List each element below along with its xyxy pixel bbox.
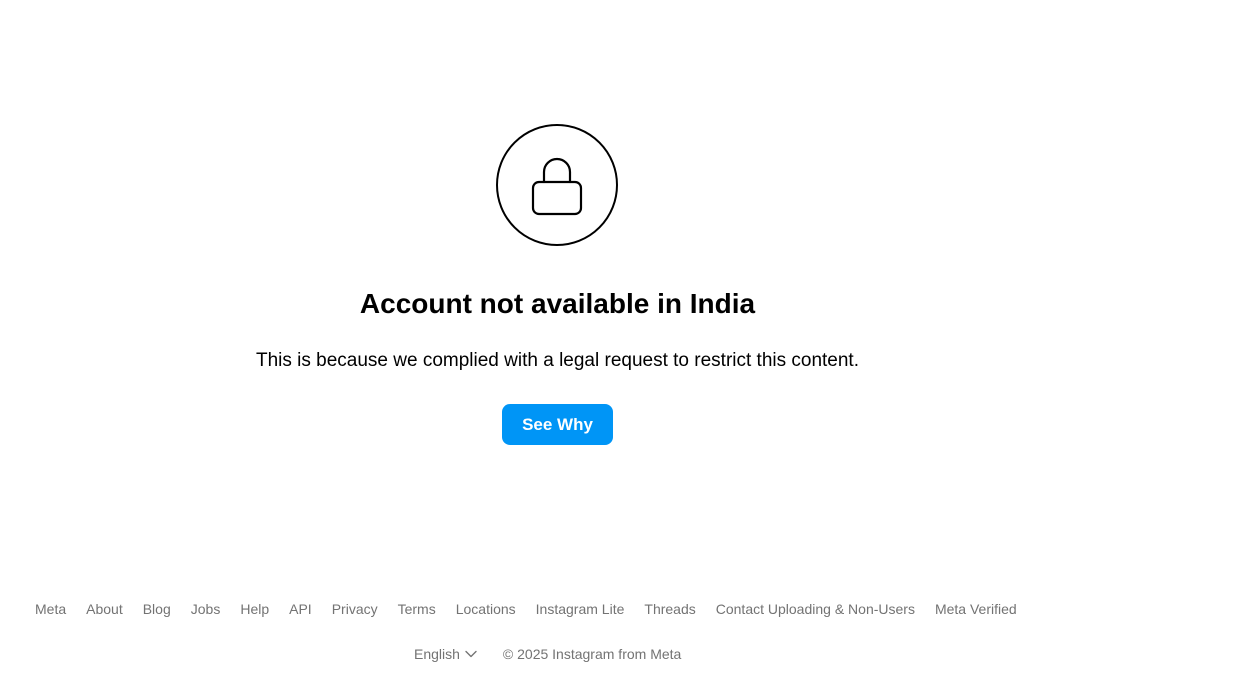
copyright-text: © 2025 Instagram from Meta	[502, 646, 682, 662]
footer-link-instagram-lite[interactable]: Instagram Lite	[536, 599, 625, 619]
restriction-message: This is because we complied with a legal…	[255, 350, 859, 371]
lock-icon-circle	[496, 124, 618, 246]
footer-link-blog[interactable]: Blog	[143, 599, 171, 619]
see-why-button[interactable]: See Why	[502, 404, 613, 445]
footer-link-api[interactable]: API	[289, 599, 312, 619]
footer-link-meta-verified[interactable]: Meta Verified	[935, 599, 1017, 619]
footer-link-terms[interactable]: Terms	[398, 599, 436, 619]
footer-link-locations[interactable]: Locations	[456, 599, 516, 619]
footer-link-meta[interactable]: Meta	[35, 599, 66, 619]
footer-bottom: English © 2025 Instagram from Meta	[414, 644, 681, 664]
language-selector[interactable]: English	[414, 644, 477, 664]
footer-link-help[interactable]: Help	[240, 599, 269, 619]
chevron-down-icon	[465, 650, 477, 658]
footer-link-privacy[interactable]: Privacy	[332, 599, 378, 619]
footer-link-jobs[interactable]: Jobs	[191, 599, 221, 619]
page-title: Account not available in India	[359, 288, 756, 319]
footer-link-threads[interactable]: Threads	[644, 599, 695, 619]
footer-link-contact-uploading[interactable]: Contact Uploading & Non-Users	[716, 599, 915, 619]
lock-icon	[531, 157, 583, 216]
page: Account not available in India This is b…	[0, 0, 1245, 700]
language-label: English	[414, 646, 460, 662]
footer-link-about[interactable]: About	[86, 599, 123, 619]
footer-links: Meta About Blog Jobs Help API Privacy Te…	[35, 599, 1017, 619]
